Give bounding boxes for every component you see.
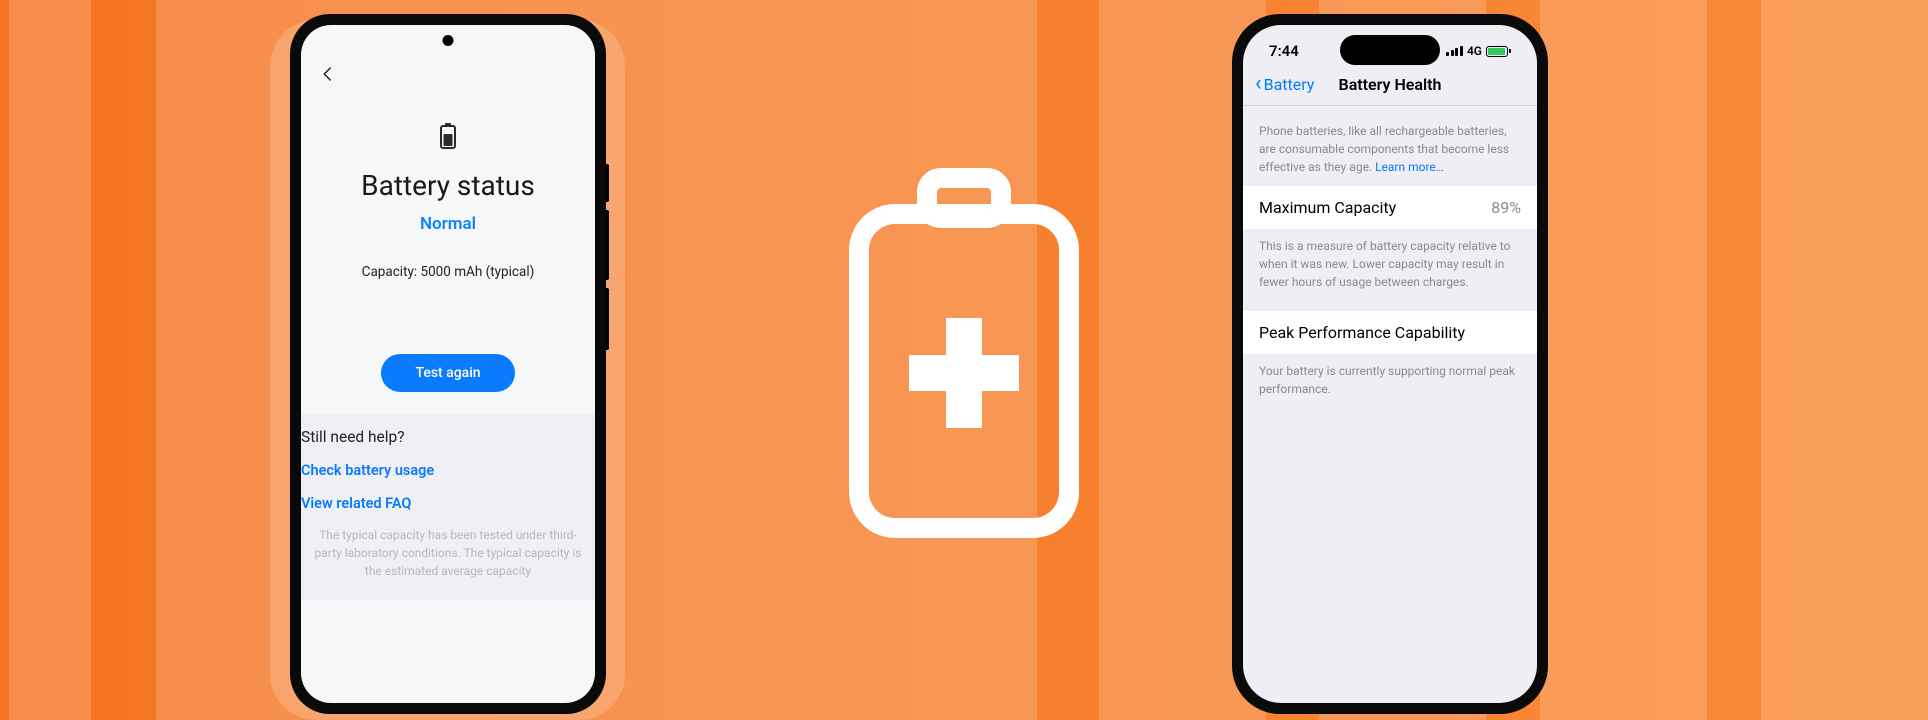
help-section: Still need help? Check battery usage Vie… <box>301 414 595 600</box>
network-label: 4G <box>1467 44 1482 58</box>
nav-title: Battery Health <box>1339 75 1442 94</box>
peak-performance-row[interactable]: Peak Performance Capability <box>1243 311 1537 354</box>
intro-text: Phone batteries, like all rechargeable b… <box>1243 106 1537 186</box>
max-capacity-sub: This is a measure of battery capacity re… <box>1243 229 1537 311</box>
android-side-button <box>606 164 609 202</box>
dynamic-island <box>1340 35 1440 65</box>
test-again-button[interactable]: Test again <box>381 354 514 392</box>
learn-more-link[interactable]: Learn more… <box>1375 160 1444 174</box>
back-label: Battery <box>1264 75 1315 94</box>
battery-plus-icon <box>839 168 1089 552</box>
signal-icon <box>1446 46 1463 56</box>
back-button[interactable] <box>319 59 577 95</box>
capacity-text: Capacity: 5000 mAh (typical) <box>319 264 577 280</box>
android-phone: Battery status Normal Capacity: 5000 mAh… <box>290 14 606 714</box>
android-side-button <box>606 210 609 280</box>
footnote-text: The typical capacity has been tested und… <box>301 512 595 580</box>
battery-indicator-icon <box>1486 46 1511 57</box>
android-side-button <box>606 288 609 350</box>
android-camera-cutout <box>443 35 454 46</box>
android-screen: Battery status Normal Capacity: 5000 mAh… <box>301 25 595 703</box>
nav-bar: ‹ Battery Battery Health <box>1243 67 1537 106</box>
peak-performance-label: Peak Performance Capability <box>1259 323 1465 342</box>
back-button[interactable]: ‹ Battery <box>1255 73 1314 95</box>
iphone-screen: 7:44 4G ‹ Battery Battery Health Phone b… <box>1243 25 1537 703</box>
help-heading: Still need help? <box>301 428 595 446</box>
chevron-left-icon <box>319 65 337 83</box>
check-battery-usage-link[interactable]: Check battery usage <box>301 462 595 479</box>
max-capacity-value: 89% <box>1491 198 1521 217</box>
iphone: 7:44 4G ‹ Battery Battery Health Phone b… <box>1232 14 1548 714</box>
max-capacity-row[interactable]: Maximum Capacity 89% <box>1243 186 1537 229</box>
max-capacity-label: Maximum Capacity <box>1259 198 1396 217</box>
view-related-faq-link[interactable]: View related FAQ <box>301 495 595 512</box>
peak-performance-sub: Your battery is currently supporting nor… <box>1243 354 1537 418</box>
android-statusbar <box>301 25 595 53</box>
chevron-left-icon: ‹ <box>1255 73 1262 95</box>
page-title: Battery status <box>319 169 577 202</box>
status-time: 7:44 <box>1269 42 1299 60</box>
battery-icon <box>439 123 457 153</box>
battery-status-label: Normal <box>319 214 577 234</box>
